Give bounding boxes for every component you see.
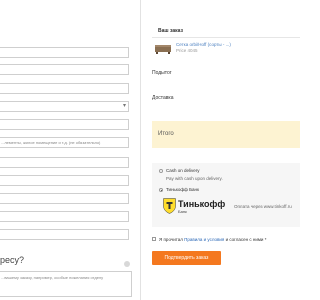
form-field-2[interactable]: [0, 64, 129, 75]
tinkoff-brand: Тинькофф: [178, 199, 226, 209]
subtotal-label: Подытог: [152, 70, 172, 76]
total-row: Итого: [152, 121, 300, 148]
cod-radio[interactable]: [159, 169, 163, 173]
tinkoff-description: Оплата через www.tinkoff.ru: [234, 204, 292, 209]
terms-suffix: и согласен с ними *: [224, 237, 267, 242]
address-hint: ...лементы, жилое помещение и т.д. (не о…: [1, 140, 101, 145]
region-field[interactable]: [0, 175, 129, 186]
order-summary: Ваш заказ Сетка orbi/Hoff (сорты - ...) …: [141, 0, 300, 300]
tinkoff-sub: Банк: [178, 209, 187, 214]
help-icon[interactable]: [124, 261, 130, 267]
email-field[interactable]: [0, 229, 129, 240]
address-field[interactable]: [0, 119, 129, 130]
terms-link[interactable]: Правила и условия: [184, 237, 224, 242]
form-field-3[interactable]: [0, 83, 129, 94]
terms-prefix: Я прочитал: [159, 237, 185, 242]
tinkoff-title[interactable]: Тинькофф Банк: [166, 187, 199, 192]
form-field-1[interactable]: [0, 47, 129, 58]
country-select[interactable]: [0, 101, 129, 112]
order-comments-textarea[interactable]: ...вашему заказу, например, особые пожел…: [0, 271, 132, 297]
checkout-form: ...лементы, жилое помещение и т.д. (не о…: [0, 0, 140, 300]
cod-description: Pay with cash upon delivery.: [166, 176, 223, 181]
tinkoff-logo: Тинькофф Банк: [163, 198, 225, 216]
address-line-2-field[interactable]: ...лементы, жилое помещение и т.д. (не о…: [0, 137, 129, 148]
terms-text: Я прочитал Правила и условия и согласен …: [159, 237, 266, 242]
total-label: Итого: [158, 131, 174, 137]
city-field[interactable]: [0, 157, 129, 168]
tinkoff-shield-icon: [163, 198, 176, 214]
order-divider: [152, 37, 300, 38]
phone-field[interactable]: [0, 211, 129, 222]
tinkoff-radio[interactable]: [159, 188, 163, 192]
shipping-label: Доставка: [152, 95, 174, 101]
order-comments-placeholder: ...вашему заказу, например, особые пожел…: [1, 275, 104, 280]
place-order-button[interactable]: Подтвердить заказ: [152, 251, 221, 265]
product-thumbnail: [155, 45, 171, 54]
product-price: Price 4045: [176, 48, 198, 53]
product-name-link[interactable]: Сетка orbi/Hoff (сорты - ...): [176, 42, 231, 47]
terms-checkbox[interactable]: [152, 237, 156, 241]
order-title: Ваш заказ: [158, 28, 183, 34]
ship-to-different-address-heading: ресу?: [0, 255, 25, 265]
cod-title[interactable]: Cash on delivery: [166, 168, 200, 173]
postcode-field[interactable]: [0, 193, 129, 204]
